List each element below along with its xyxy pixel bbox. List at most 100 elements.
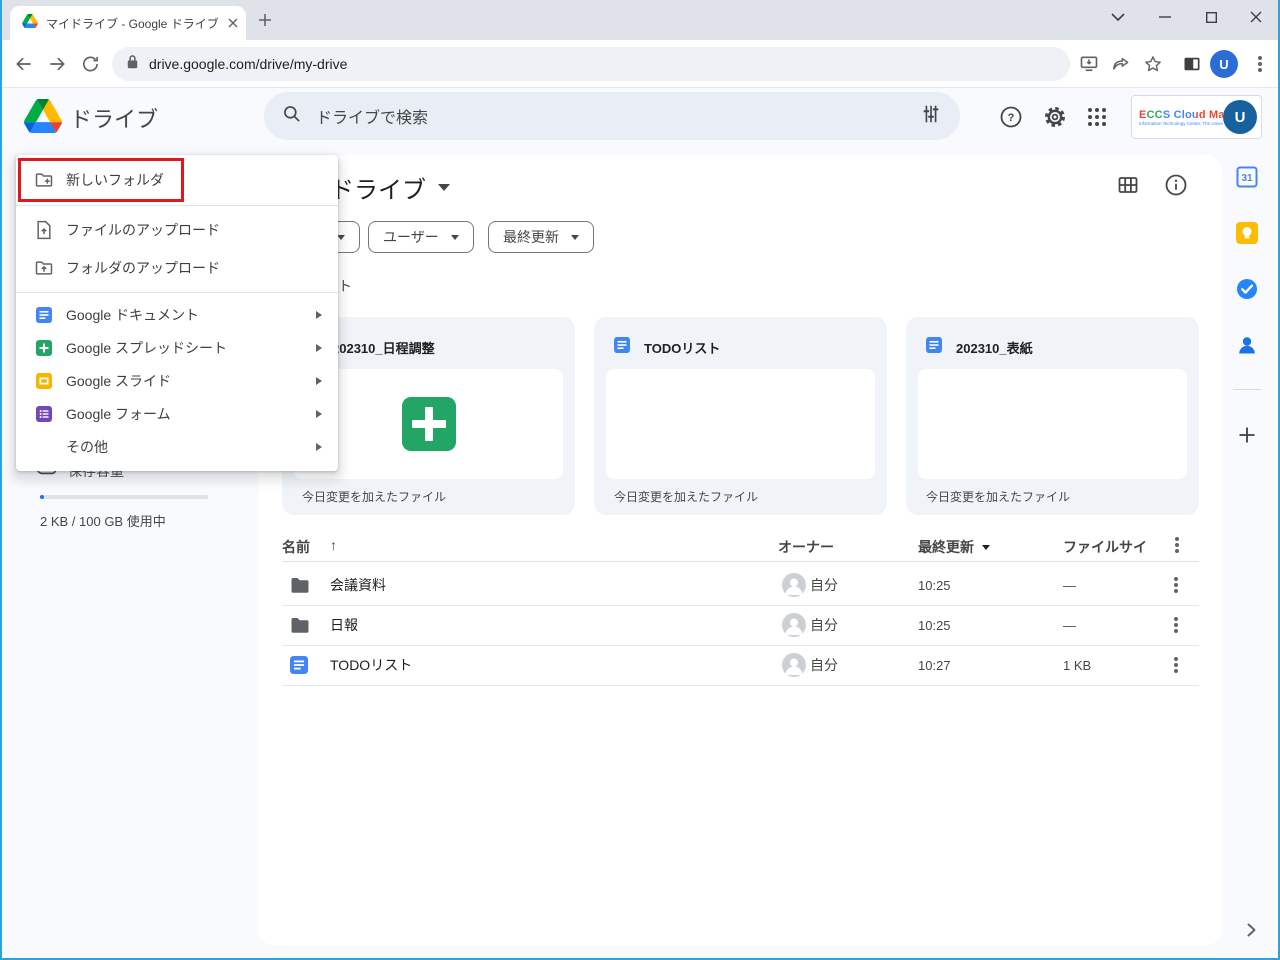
row-menu-icon[interactable] <box>1174 605 1178 645</box>
file-size: — <box>1063 565 1076 605</box>
minimize-button[interactable] <box>1150 4 1180 30</box>
browser-menu-icon[interactable] <box>1248 52 1272 76</box>
folder-upload-icon <box>34 258 54 278</box>
submenu-arrow-icon <box>316 410 322 418</box>
docs-icon <box>614 337 630 358</box>
tab-search-icon[interactable] <box>1103 4 1133 30</box>
suggested-card[interactable]: 202310_表紙 今日変更を加えたファイル <box>906 317 1199 515</box>
back-icon[interactable] <box>12 52 36 76</box>
keep-icon[interactable] <box>1236 222 1258 244</box>
table-row[interactable]: TODOリスト 自分 10:27 1 KB <box>282 645 1199 686</box>
card-preview <box>918 369 1187 479</box>
new-folder-icon <box>34 170 54 190</box>
storage-progress-bar <box>40 495 208 499</box>
share-icon[interactable] <box>1109 52 1133 76</box>
browser-profile-avatar[interactable]: U <box>1210 50 1238 78</box>
browser-titlebar: マイドライブ - Google ドライブ <box>0 0 1280 40</box>
menu-item-file-upload[interactable]: ファイルのアップロード <box>16 211 338 249</box>
docs-icon <box>290 645 308 685</box>
menu-item-label: 新しいフォルダ <box>66 170 164 190</box>
sheets-icon <box>34 338 54 358</box>
url-text: drive.google.com/drive/my-drive <box>149 56 347 72</box>
filter-chip-modified[interactable]: 最終更新 <box>488 221 594 253</box>
search-options-icon[interactable] <box>920 103 942 130</box>
storage-usage-text: 2 KB / 100 GB 使用中 <box>40 511 166 530</box>
menu-item-new-folder[interactable]: 新しいフォルダ <box>16 160 338 200</box>
table-header-divider <box>282 561 1199 562</box>
eccs-logo: ECCS Cloud Mail Information Technology C… <box>1139 109 1223 126</box>
search-placeholder: ドライブで検索 <box>316 104 920 128</box>
card-title: 202310_表紙 <box>956 338 1033 357</box>
menu-item-google-sheets[interactable]: Google スプレッドシート <box>16 331 338 364</box>
menu-divider <box>16 292 338 293</box>
drive-favicon <box>22 14 38 33</box>
owner-name: 自分 <box>810 605 838 645</box>
table-row[interactable]: 会議資料 自分 10:25 — <box>282 565 1199 606</box>
slides-icon <box>34 371 54 391</box>
calendar-icon[interactable]: 31 <box>1236 166 1258 188</box>
get-addons-plus-icon[interactable] <box>1236 424 1258 446</box>
drive-search-bar[interactable]: ドライブで検索 <box>264 92 960 140</box>
menu-item-folder-upload[interactable]: フォルダのアップロード <box>16 249 338 287</box>
new-menu: 新しいフォルダ ファイルのアップロード フォルダのアップロード Google ド… <box>16 155 338 471</box>
drive-account-avatar[interactable]: U <box>1223 100 1257 134</box>
menu-item-label: ファイルのアップロード <box>66 220 220 240</box>
column-header-modified[interactable]: 最終更新 <box>918 537 990 557</box>
menu-item-label: Google スライド <box>66 371 171 391</box>
account-badge[interactable]: ECCS Cloud Mail Information Technology C… <box>1131 95 1262 139</box>
docs-icon <box>926 337 942 358</box>
forward-icon[interactable] <box>45 52 69 76</box>
contacts-icon[interactable] <box>1236 334 1258 356</box>
file-size: 1 KB <box>1063 645 1091 685</box>
menu-item-google-docs[interactable]: Google ドキュメント <box>16 298 338 331</box>
column-header-owner[interactable]: オーナー <box>778 537 834 557</box>
apps-grid-icon[interactable] <box>1085 105 1109 129</box>
drive-logo[interactable] <box>24 99 62 138</box>
menu-item-label: Google ドキュメント <box>66 305 199 325</box>
card-title: 202310_日程調整 <box>332 338 435 357</box>
file-name: TODOリスト <box>330 645 412 685</box>
browser-tab[interactable]: マイドライブ - Google ドライブ <box>10 6 246 40</box>
sort-descending-icon <box>982 545 990 550</box>
bookmark-star-icon[interactable] <box>1141 52 1165 76</box>
column-options-icon[interactable] <box>1168 536 1186 554</box>
menu-item-label: その他 <box>66 437 108 457</box>
menu-item-google-forms[interactable]: Google フォーム <box>16 397 338 430</box>
tab-close-icon[interactable] <box>228 18 238 28</box>
folder-icon <box>290 565 310 605</box>
chevron-down-icon <box>571 235 579 240</box>
column-header-modified-label: 最終更新 <box>918 537 974 557</box>
column-header-size[interactable]: ファイルサイ <box>1063 537 1147 557</box>
file-upload-icon <box>34 220 54 240</box>
maximize-button[interactable] <box>1196 4 1226 30</box>
help-icon[interactable]: ? <box>999 105 1023 129</box>
owner-avatar <box>782 565 806 605</box>
close-button[interactable] <box>1241 4 1271 30</box>
row-menu-icon[interactable] <box>1174 645 1178 685</box>
submenu-arrow-icon <box>316 344 322 352</box>
menu-item-label: Google フォーム <box>66 404 171 424</box>
new-tab-button[interactable] <box>258 13 272 27</box>
browser-avatar-letter: U <box>1219 57 1228 72</box>
menu-item-google-slides[interactable]: Google スライド <box>16 364 338 397</box>
settings-gear-icon[interactable] <box>1043 105 1067 129</box>
info-icon[interactable] <box>1164 173 1188 197</box>
column-header-name[interactable]: 名前 <box>282 537 310 557</box>
menu-item-label: Google スプレッドシート <box>66 338 227 358</box>
side-panel-icon[interactable] <box>1180 52 1204 76</box>
sort-ascending-icon[interactable]: ↑ <box>330 537 337 553</box>
row-menu-icon[interactable] <box>1174 565 1178 605</box>
hide-side-panel-chevron-icon[interactable] <box>1244 922 1258 938</box>
modified-time: 10:25 <box>918 605 951 645</box>
install-app-icon[interactable] <box>1077 52 1101 76</box>
card-footer: 今日変更を加えたファイル <box>614 488 758 505</box>
menu-item-more[interactable]: その他 <box>16 430 338 463</box>
address-bar[interactable]: drive.google.com/drive/my-drive <box>112 47 1070 81</box>
table-row[interactable]: 日報 自分 10:25 — <box>282 605 1199 646</box>
grid-view-icon[interactable] <box>1116 173 1140 197</box>
suggested-card[interactable]: TODOリスト 今日変更を加えたファイル <box>594 317 887 515</box>
tasks-icon[interactable] <box>1236 278 1258 300</box>
chevron-down-icon <box>438 184 450 191</box>
reload-icon[interactable] <box>78 52 102 76</box>
filter-chip-people[interactable]: ユーザー <box>368 221 474 253</box>
